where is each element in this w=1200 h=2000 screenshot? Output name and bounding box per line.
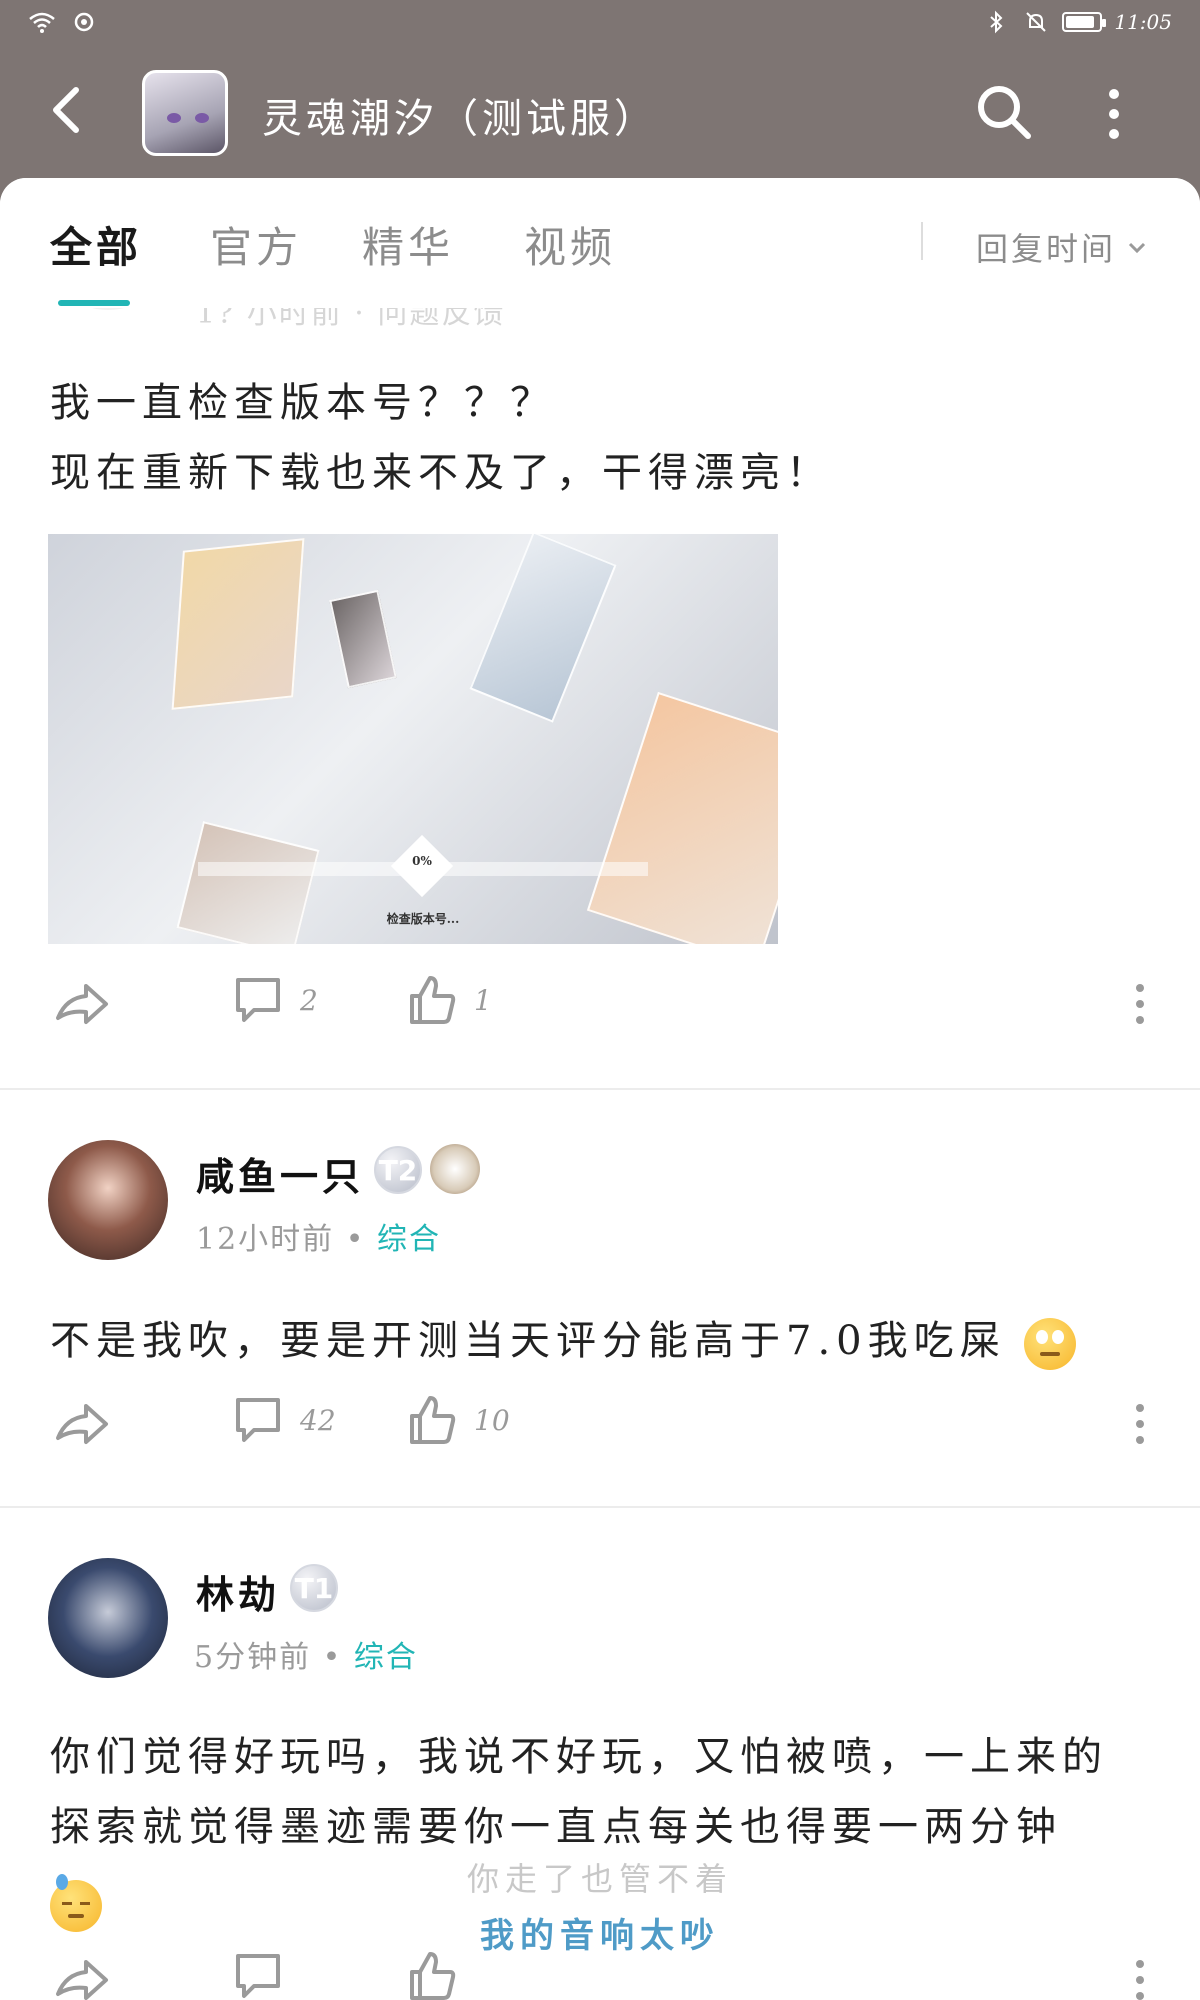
sync-icon [74, 12, 94, 32]
character-crystal [469, 534, 617, 723]
comment-icon [236, 1954, 280, 1998]
tab-bar: 全部 官方 精华 视频 回复时间 [0, 178, 1200, 308]
tab-all[interactable]: 全部 [50, 214, 142, 275]
level-badge: T1 [290, 1564, 338, 1612]
page-title: 灵魂潮汐（测试服） [262, 96, 658, 142]
sort-dropdown[interactable]: 回复时间 [976, 224, 1148, 270]
post-card[interactable]: 咸鱼一只 T2 12小时前 • 综合 不是我吹，要是开测当天评分能高于7.0我吃… [0, 1090, 1200, 1508]
eye-roll-emoji [1024, 1318, 1077, 1370]
thumbs-up-icon [410, 1952, 456, 2000]
more-options-icon[interactable] [1130, 1394, 1150, 1454]
post-time: 12小时前 [196, 1222, 335, 1257]
post-content-line: 探索就觉得墨迹需要你一直点每关也得要一两分钟 [50, 1804, 1062, 1850]
post-meta: 12小时前 • 综合 [196, 1214, 441, 1258]
avatar[interactable] [48, 1558, 168, 1678]
mute-bell-icon [1026, 12, 1047, 32]
post-content: 不是我吹，要是开测当天评分能高于7.0我吃屎 [50, 1306, 1160, 1376]
active-tab-indicator [58, 300, 130, 306]
like-button[interactable]: 10 [406, 1394, 510, 1446]
post-actions: 2 1 [0, 974, 1200, 1054]
tab-divider [921, 222, 923, 260]
loading-text: 检查版本号... [386, 912, 460, 926]
mascot-badge-icon [430, 1144, 480, 1194]
wifi-icon [29, 12, 55, 33]
share-icon [56, 1960, 108, 2000]
post-content-text: 不是我吹，要是开测当天评分能高于7.0我吃屎 [50, 1318, 1006, 1364]
app-icon[interactable] [142, 70, 228, 156]
chevron-down-icon [1128, 242, 1146, 254]
app-header: 灵魂潮汐（测试服） [0, 50, 1200, 180]
post-category[interactable]: 综合 [377, 1222, 441, 1257]
character-crystal [171, 538, 305, 710]
post-time: 5分钟前 [194, 1640, 312, 1675]
loading-percent: 0% [412, 854, 432, 868]
app-icon-eye [167, 113, 181, 123]
share-button[interactable] [52, 974, 112, 1034]
sort-label: 回复时间 [976, 230, 1117, 268]
tab-official[interactable]: 官方 [210, 214, 302, 275]
meta-separator: • [345, 1222, 377, 1257]
thumbs-up-icon [410, 976, 456, 1024]
comment-button[interactable]: 2 [232, 974, 318, 1026]
tab-video[interactable]: 视频 [524, 214, 616, 275]
level-badge: T2 [374, 1146, 422, 1194]
post-category[interactable]: 综合 [354, 1640, 418, 1675]
character-crystal [329, 589, 397, 689]
more-vertical-icon[interactable] [1094, 84, 1134, 144]
tab-featured[interactable]: 精华 [362, 214, 454, 275]
lyrics-line-previous: 你走了也管不着 [466, 1860, 733, 1898]
like-button[interactable]: 1 [406, 974, 492, 1026]
post-content-line: 现在重新下载也来不及了，干得漂亮！ [50, 450, 832, 496]
app-icon-eye [195, 113, 209, 123]
status-time: 11:05 [1114, 10, 1172, 34]
lyrics-line-current: 我的音响太吵 [480, 1916, 720, 1956]
back-arrow-icon[interactable] [40, 80, 100, 140]
post-content-line: 你们觉得好玩吗，我说不好玩，又怕被喷，一上来的 [50, 1734, 1108, 1780]
thumbs-up-icon [410, 1396, 456, 1444]
post-content-line: 我一直检查版本号？？？ [50, 380, 556, 426]
comment-count: 42 [300, 1403, 336, 1437]
comment-icon [236, 1398, 280, 1442]
search-icon[interactable] [972, 80, 1036, 144]
comment-count: 2 [300, 983, 318, 1017]
more-options-icon[interactable] [1130, 974, 1150, 1034]
bluetooth-icon [990, 10, 1003, 34]
like-count: 1 [474, 983, 492, 1017]
comment-button[interactable] [232, 1950, 284, 2000]
avatar[interactable] [48, 1140, 168, 1260]
character-crystal [586, 691, 778, 944]
character-crystal [176, 821, 320, 944]
content-sheet: 全部 官方 精华 视频 回复时间 1? 小时前 · 问题反馈 我一直检查版本号？… [0, 178, 1200, 2000]
like-count: 10 [474, 1403, 510, 1437]
share-button[interactable] [52, 1950, 112, 2000]
post-actions [0, 1950, 1200, 2000]
comment-icon [236, 978, 280, 1022]
post-actions: 42 10 [0, 1394, 1200, 1474]
username[interactable]: 林劫 [196, 1564, 280, 1619]
username[interactable]: 咸鱼一只 [196, 1146, 364, 1201]
meta-separator: • [322, 1640, 354, 1675]
post-content: 你们觉得好玩吗，我说不好玩，又怕被喷，一上来的 探索就觉得墨迹需要你一直点每关也… [50, 1722, 1160, 1938]
post-image[interactable]: 0% 检查版本号... [48, 534, 778, 944]
battery-icon [1062, 12, 1107, 32]
share-icon [56, 984, 108, 1024]
status-bar: 11:05 [0, 0, 1200, 50]
share-button[interactable] [52, 1394, 112, 1454]
post-meta: 5分钟前 • 综合 [194, 1632, 418, 1676]
post-content: 我一直检查版本号？？？ 现在重新下载也来不及了，干得漂亮！ [50, 368, 1160, 508]
share-icon [56, 1404, 108, 1444]
comment-button[interactable]: 42 [232, 1394, 336, 1446]
more-options-icon[interactable] [1130, 1950, 1150, 2000]
like-button[interactable] [406, 1950, 458, 2000]
post-card[interactable]: 1? 小时前 · 问题反馈 我一直检查版本号？？？ 现在重新下载也来不及了，干得… [0, 178, 1200, 1090]
